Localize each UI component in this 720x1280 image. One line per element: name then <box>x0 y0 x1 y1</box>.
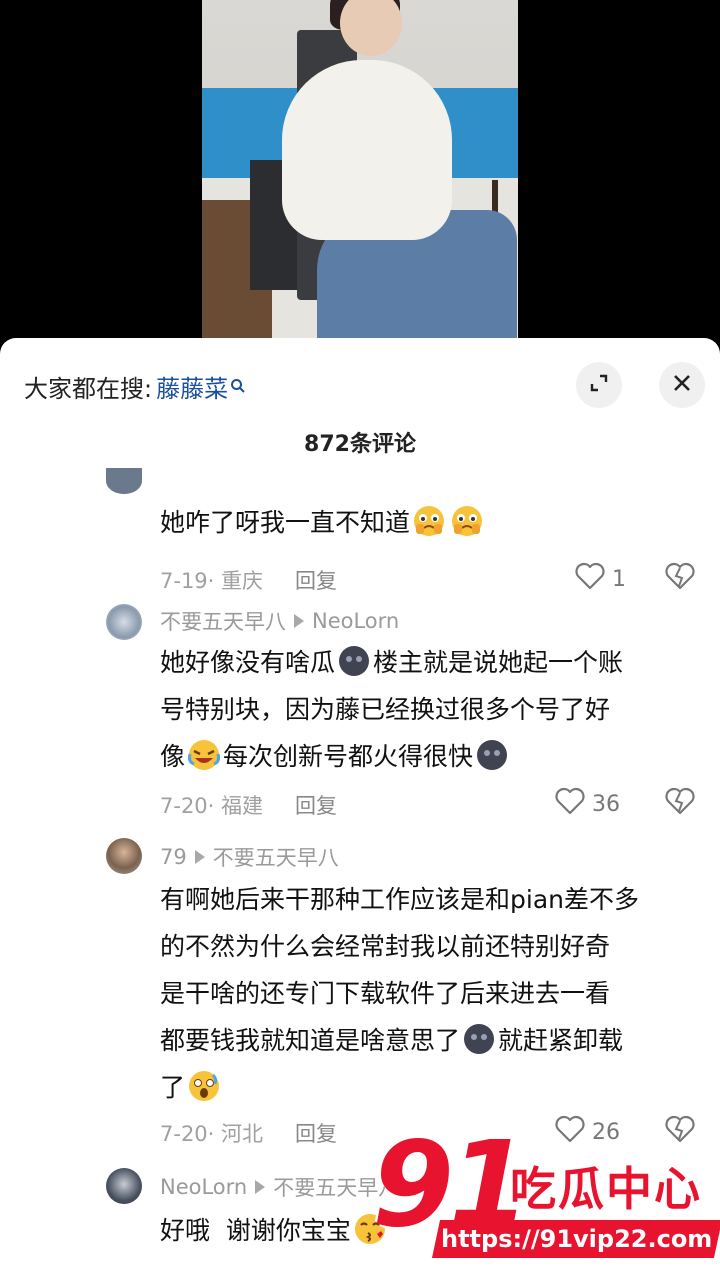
comment-count: 872条评论 <box>304 432 416 457</box>
comment-text: 有啊她后来干那种工作应该是和pian差不多 的不然为什么会经常封我以前还特别好奇… <box>160 885 639 1103</box>
crying-face-emoji <box>450 504 484 538</box>
avatar[interactable] <box>106 604 142 640</box>
dislike-icon <box>664 562 696 595</box>
reply-arrow-icon <box>255 1180 266 1194</box>
comment-meta: 7-20· 福建 回复 <box>160 790 337 820</box>
search-term[interactable]: 藤藤菜 <box>156 369 228 404</box>
dark-face-emoji <box>462 1022 496 1056</box>
expand-button[interactable] <box>576 362 622 408</box>
avatar[interactable] <box>106 1168 142 1204</box>
search-icon <box>230 372 246 393</box>
crying-laughing-emoji <box>187 738 221 772</box>
reply-button[interactable]: 回复 <box>295 1118 337 1148</box>
like-button[interactable]: 36 <box>554 786 620 822</box>
expand-icon <box>588 372 610 398</box>
watermark-site-name: 吃瓜中心 <box>510 1162 702 1216</box>
reply-to-username[interactable]: NeoLorn <box>312 609 399 633</box>
reply-arrow-icon <box>294 614 304 628</box>
heart-icon <box>554 786 586 822</box>
dislike-button[interactable] <box>664 561 696 595</box>
like-count: 36 <box>592 791 620 817</box>
astonished-face-emoji <box>187 1069 221 1103</box>
search-prefix: 大家都在搜: <box>24 374 153 403</box>
avatar[interactable] <box>106 468 142 494</box>
comment-meta: 7-19· 重庆 回复 <box>160 565 337 595</box>
like-button[interactable]: 1 <box>574 561 626 597</box>
video-player[interactable] <box>0 0 720 345</box>
comment-author-line: 79 不要五天早八 <box>160 842 339 872</box>
date-location: 7-20· 福建 <box>160 794 264 818</box>
video-frame <box>202 0 518 345</box>
crying-face-emoji <box>412 504 446 538</box>
reply-button[interactable]: 回复 <box>295 565 337 595</box>
like-count: 1 <box>612 566 626 592</box>
comment-meta: 7-20· 河北 回复 <box>160 1118 337 1148</box>
username[interactable]: 不要五天早八 <box>160 606 286 636</box>
username[interactable]: 79 <box>160 845 187 869</box>
close-button[interactable] <box>659 362 705 408</box>
search-suggestion[interactable]: 大家都在搜: 藤藤菜 <box>24 366 246 406</box>
comment-text: 她咋了呀我一直不知道 <box>160 499 705 546</box>
date-location: 7-19· 重庆 <box>160 569 264 593</box>
comment-text: 她好像没有啥瓜 楼主就是说她起一个账 号特别块，因为藤已经换过很多个号了好 像每次… <box>160 639 705 780</box>
dark-face-emoji <box>475 738 509 772</box>
reply-button[interactable]: 回复 <box>295 790 337 820</box>
dislike-button[interactable] <box>664 786 696 820</box>
heart-icon <box>574 561 606 597</box>
avatar[interactable] <box>106 838 142 874</box>
date-location: 7-20· 河北 <box>160 1122 264 1146</box>
close-icon <box>671 372 693 398</box>
watermark-url: https://91vip22.com <box>431 1220 720 1258</box>
comment-author-line: NeoLorn 不要五天早八 <box>160 1172 399 1202</box>
dislike-icon <box>664 787 696 820</box>
reply-arrow-icon <box>194 850 205 864</box>
dark-face-emoji <box>337 644 371 678</box>
username[interactable]: NeoLorn <box>160 1175 247 1199</box>
reply-to-username[interactable]: 不要五天早八 <box>213 842 339 872</box>
site-watermark: 91 吃瓜中心 https://91vip22.com <box>372 1125 720 1280</box>
comment-author-line: 不要五天早八 NeoLorn <box>160 606 399 636</box>
